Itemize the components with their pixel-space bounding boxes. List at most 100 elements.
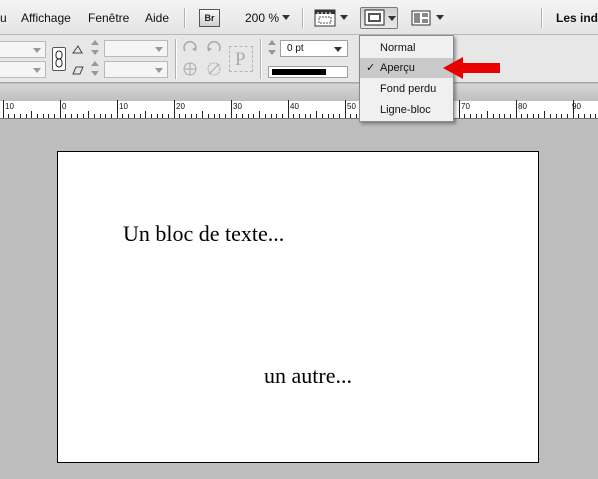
arrange-documents-icon[interactable] bbox=[411, 10, 431, 29]
ruler-tick bbox=[521, 114, 522, 118]
ruler-tick bbox=[556, 114, 557, 118]
ruler-tick bbox=[499, 114, 500, 118]
width-field[interactable] bbox=[0, 41, 46, 58]
ruler-tick bbox=[145, 111, 146, 118]
shear-stepper[interactable] bbox=[91, 61, 99, 77]
menu-option-fond-perdu[interactable]: Fond perdu bbox=[360, 79, 453, 99]
ruler-tick bbox=[185, 114, 186, 118]
chain-link-icon bbox=[55, 50, 63, 68]
ruler-tick bbox=[550, 114, 551, 118]
flip-horizontal-icon bbox=[182, 61, 198, 80]
constrain-proportions-button[interactable] bbox=[52, 47, 66, 71]
ruler-tick bbox=[322, 114, 323, 118]
ruler-tick bbox=[134, 114, 135, 118]
ruler-tick bbox=[8, 114, 9, 118]
view-options-icon[interactable] bbox=[314, 9, 336, 30]
ruler-label: 10 bbox=[119, 102, 128, 111]
document-page[interactable]: Un bloc de texte... un autre... bbox=[57, 151, 539, 463]
menu-option-ligne-bloc[interactable]: Ligne-bloc bbox=[360, 100, 453, 120]
rotate-angle-icon bbox=[72, 43, 84, 57]
stroke-weight-stepper[interactable] bbox=[268, 40, 276, 56]
menu-option-normal[interactable]: Normal bbox=[360, 38, 453, 58]
ruler-tick bbox=[544, 111, 545, 118]
menu-item-partial[interactable]: u bbox=[0, 11, 7, 25]
arrange-chevron-down-icon[interactable] bbox=[436, 15, 444, 20]
ruler-tick bbox=[3, 100, 4, 118]
separator bbox=[184, 8, 185, 28]
height-field[interactable] bbox=[0, 61, 46, 78]
ruler-tick bbox=[293, 114, 294, 118]
shear-angle-icon bbox=[72, 64, 84, 78]
rotate-stepper[interactable] bbox=[91, 40, 99, 56]
shear-field[interactable] bbox=[104, 61, 168, 78]
ruler-tick bbox=[299, 114, 300, 118]
ruler-tick bbox=[481, 114, 482, 118]
ruler-tick bbox=[225, 114, 226, 118]
ruler-tick bbox=[271, 114, 272, 118]
ruler-tick bbox=[65, 114, 66, 118]
ruler-tick bbox=[60, 100, 61, 118]
ruler-tick bbox=[140, 114, 141, 118]
horizontal-ruler[interactable]: 100102030405060708090 bbox=[0, 100, 598, 119]
ruler-tick bbox=[538, 114, 539, 118]
ruler-tick bbox=[100, 114, 101, 118]
screen-mode-button[interactable] bbox=[360, 7, 398, 29]
ruler-label: 0 bbox=[62, 102, 67, 111]
ruler-label: 30 bbox=[233, 102, 242, 111]
path-type-icon: P bbox=[229, 46, 253, 72]
ruler-tick bbox=[356, 114, 357, 118]
flip-vertical-icon bbox=[206, 61, 222, 80]
menu-option-apercu[interactable]: ✓ Aperçu bbox=[360, 58, 453, 78]
ruler-tick bbox=[128, 114, 129, 118]
ruler-tick bbox=[202, 111, 203, 118]
ruler-tick bbox=[236, 114, 237, 118]
menu-option-label: Ligne-bloc bbox=[380, 104, 431, 116]
ruler-label: 40 bbox=[290, 102, 299, 111]
view-options-chevron-down-icon[interactable] bbox=[340, 15, 348, 20]
ruler-tick bbox=[122, 114, 123, 118]
ruler-tick bbox=[288, 100, 289, 118]
text-frame-1[interactable]: Un bloc de texte... bbox=[123, 221, 284, 247]
ruler-tick bbox=[242, 114, 243, 118]
ruler-tick bbox=[253, 114, 254, 118]
ruler-tick bbox=[174, 100, 175, 118]
rotate-cw-icon bbox=[182, 39, 198, 58]
ruler-tick bbox=[248, 114, 249, 118]
ruler-tick bbox=[561, 114, 562, 118]
control-panel: P 0 pt bbox=[0, 35, 598, 113]
ruler-tick bbox=[37, 114, 38, 118]
ruler-label: 50 bbox=[347, 102, 356, 111]
zoom-level[interactable]: 200 % bbox=[245, 11, 279, 25]
text-frame-2[interactable]: un autre... bbox=[264, 363, 352, 389]
ruler-tick bbox=[151, 114, 152, 118]
menu-affichage[interactable]: Affichage bbox=[21, 11, 71, 25]
ruler-tick bbox=[276, 114, 277, 118]
ruler-tick bbox=[219, 114, 220, 118]
zoom-chevron-down-icon[interactable] bbox=[282, 15, 290, 20]
workspace-label[interactable]: Les indi bbox=[556, 11, 598, 25]
ruler-tick bbox=[316, 111, 317, 118]
menu-fenetre[interactable]: Fenêtre bbox=[88, 11, 129, 25]
checkmark-icon: ✓ bbox=[366, 62, 376, 74]
menu-aide[interactable]: Aide bbox=[145, 11, 169, 25]
separator bbox=[541, 8, 542, 28]
menu-option-label: Aperçu bbox=[380, 62, 415, 74]
rotate-ccw-icon bbox=[206, 39, 222, 58]
ruler-tick bbox=[339, 114, 340, 118]
ruler-tick bbox=[350, 114, 351, 118]
ruler-tick bbox=[54, 114, 55, 118]
ruler-tick bbox=[493, 114, 494, 118]
ruler-tick bbox=[77, 114, 78, 118]
ruler-tick bbox=[333, 114, 334, 118]
ruler-tick bbox=[310, 114, 311, 118]
ruler-tick bbox=[345, 100, 346, 118]
menu-option-label: Fond perdu bbox=[380, 83, 437, 95]
separator bbox=[175, 39, 176, 79]
bridge-button[interactable]: Br bbox=[199, 9, 220, 27]
stroke-type-selector[interactable] bbox=[268, 66, 348, 78]
ruler-tick bbox=[168, 114, 169, 118]
stroke-weight-field[interactable]: 0 pt bbox=[280, 40, 348, 57]
ruler-label: 70 bbox=[461, 102, 470, 111]
ruler-tick bbox=[516, 100, 517, 118]
rotate-field[interactable] bbox=[104, 40, 168, 57]
